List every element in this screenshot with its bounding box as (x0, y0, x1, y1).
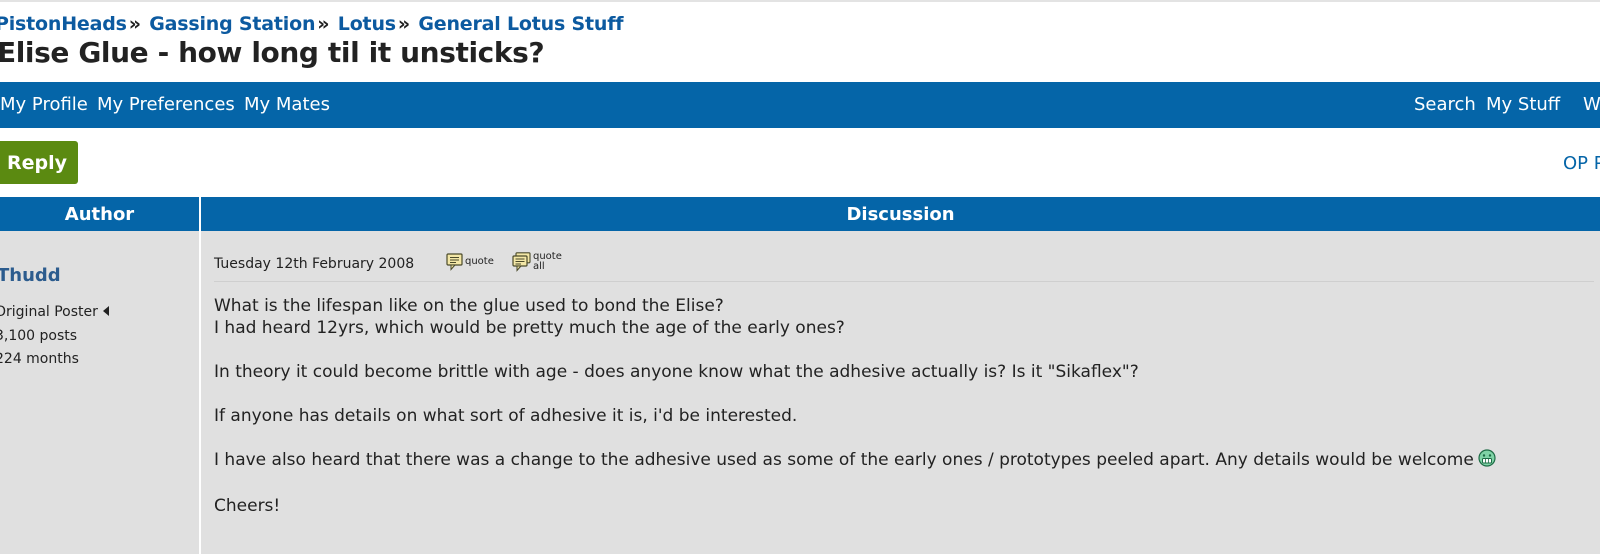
main-navbar: My Profile My Preferences My Mates Searc… (0, 82, 1600, 128)
quote-label: quote (465, 256, 494, 267)
post-paragraph: If anyone has details on what sort of ad… (214, 406, 798, 426)
author-post-count: 3,100 posts (0, 328, 78, 344)
quote-all-icon (512, 252, 531, 272)
post-paragraph: I have also heard that there was a chang… (214, 449, 1594, 473)
author-column-header: Author (0, 197, 199, 231)
nav-search[interactable]: Search (1414, 94, 1476, 115)
author-name-link[interactable]: Thudd (0, 265, 61, 286)
nav-my-stuff[interactable]: My Stuff (1486, 94, 1560, 115)
post-date: Tuesday 12th February 2008 (214, 256, 415, 272)
discussion-column-header: Discussion (201, 197, 1600, 231)
post-line: I had heard 12yrs, which would be pretty… (214, 318, 845, 338)
nav-my-mates[interactable]: My Mates (244, 94, 330, 115)
quote-all-label-line2: all (533, 261, 545, 272)
post-line: What is the lifespan like on the glue us… (214, 296, 724, 316)
breadcrumb-link-gassing-station[interactable]: Gassing Station (149, 13, 315, 35)
quote-icon (446, 253, 463, 271)
reply-button[interactable]: Reply (0, 141, 78, 184)
quote-all-label: quote all (533, 252, 562, 272)
grin-smiley-icon (1478, 449, 1496, 473)
nav-my-preferences[interactable]: My Preferences (97, 94, 235, 115)
quote-all-button[interactable]: quote all (512, 248, 562, 276)
breadcrumb: PistonHeads» Gassing Station» Lotus» Gen… (0, 13, 624, 35)
author-cell: Thudd Original Poster 3,100 posts 224 mo… (0, 231, 199, 554)
page-title: Elise Glue - how long til it unsticks? (0, 36, 545, 69)
author-tenure: 224 months (0, 351, 79, 367)
breadcrumb-separator: » (397, 13, 410, 35)
quote-button[interactable]: quote (446, 248, 494, 276)
post-body: What is the lifespan like on the glue us… (214, 295, 1594, 539)
caret-left-icon (102, 306, 109, 316)
breadcrumb-separator: » (128, 13, 141, 35)
breadcrumb-link-general-lotus-stuff[interactable]: General Lotus Stuff (418, 13, 623, 35)
original-poster-text: Original Poster (0, 304, 98, 320)
breadcrumb-link-pistonheads[interactable]: PistonHeads (0, 13, 127, 35)
post-cell: Tuesday 12th February 2008 quote quote a… (201, 231, 1600, 554)
post-paragraph: Cheers! (214, 496, 281, 516)
post-paragraph-text: I have also heard that there was a chang… (214, 450, 1474, 470)
original-poster-label[interactable]: Original Poster (0, 304, 109, 320)
op-posts-link[interactable]: OP P (1563, 153, 1600, 174)
post-paragraph: In theory it could become brittle with a… (214, 362, 1139, 382)
nav-more[interactable]: W (1583, 94, 1600, 115)
breadcrumb-link-lotus[interactable]: Lotus (338, 13, 396, 35)
nav-my-profile[interactable]: My Profile (0, 94, 88, 115)
post-header-divider (214, 281, 1594, 282)
top-divider (0, 0, 1600, 2)
breadcrumb-separator: » (317, 13, 330, 35)
